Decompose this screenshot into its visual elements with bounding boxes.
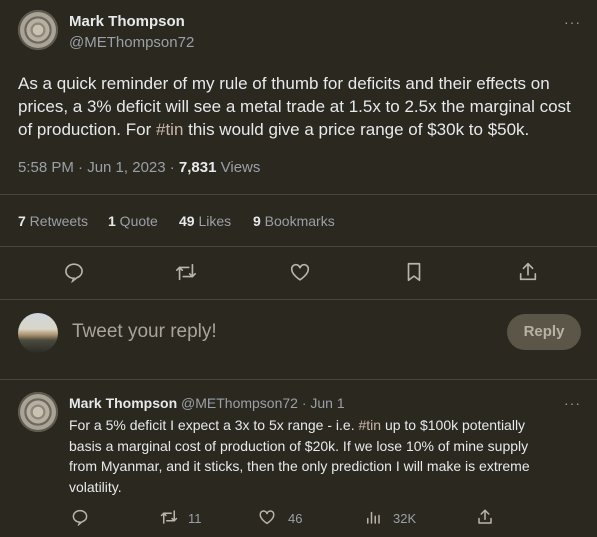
user-avatar[interactable] (18, 313, 58, 353)
tweet-text-line-3: of production. For #tin this would give … (18, 118, 588, 141)
reply-like-icon[interactable] (258, 508, 276, 526)
reply-like-count: 46 (288, 511, 303, 526)
reply-text-line-4: volatility. (69, 478, 122, 495)
reply-icon[interactable] (63, 261, 85, 283)
reply-author-handle[interactable]: @METhompson72 · Jun 1 (181, 395, 345, 411)
reply-retweet-icon[interactable] (160, 508, 178, 526)
more-options-button[interactable]: ··· (564, 14, 581, 30)
author-avatar[interactable] (18, 10, 58, 50)
hashtag-link[interactable]: #tin (156, 120, 183, 139)
reply-text-line-2: basis a marginal cost of production of $… (69, 437, 529, 454)
reply-hashtag-link[interactable]: #tin (358, 417, 381, 433)
reply-input[interactable]: Tweet your reply! (72, 321, 217, 343)
views-icon[interactable] (364, 508, 382, 526)
author-handle[interactable]: @METhompson72 (69, 34, 194, 51)
divider (0, 299, 597, 300)
retweets-stat[interactable]: 7 Retweets (18, 213, 88, 229)
reply-text-line-1: For a 5% deficit I expect a 3x to 5x ran… (69, 417, 526, 433)
retweet-icon[interactable] (175, 261, 197, 283)
like-icon[interactable] (289, 261, 311, 283)
tweet-text-line-3-end: this would give a price range of $30k to… (183, 120, 530, 139)
tweet-text-line-1: As a quick reminder of my rule of thumb … (18, 74, 550, 93)
divider (0, 194, 597, 195)
divider (0, 246, 597, 247)
tweet-text: As a quick reminder of my rule of thumb … (18, 72, 588, 141)
reply-author-avatar[interactable] (18, 392, 58, 432)
tweet-text-line-3-start: of production. For (18, 120, 152, 139)
reply-reply-icon[interactable] (71, 508, 89, 526)
bookmark-icon[interactable] (403, 261, 425, 283)
views-label: Views (216, 159, 261, 176)
reply-retweet-count: 11 (188, 511, 202, 526)
reply-button[interactable]: Reply (507, 314, 581, 350)
reply-views-count: 32K (393, 511, 417, 526)
reply-header: Mark Thompson @METhompson72 · Jun 1 (69, 395, 345, 411)
likes-stat[interactable]: 49 Likes (179, 213, 231, 229)
bookmarks-stat[interactable]: 9 Bookmarks (253, 213, 335, 229)
share-icon[interactable] (517, 261, 539, 283)
reply-share-icon[interactable] (476, 508, 494, 526)
reply-text: For a 5% deficit I expect a 3x to 5x ran… (69, 415, 589, 497)
tweet-timestamp[interactable]: 5:58 PM · Jun 1, 2023 · (18, 159, 179, 176)
author-name[interactable]: Mark Thompson (69, 13, 185, 30)
reply-author-name[interactable]: Mark Thompson (69, 395, 177, 411)
views-count: 7,831 (178, 159, 217, 176)
reply-more-options-button[interactable]: ··· (564, 395, 581, 411)
tweet-meta: 5:58 PM · Jun 1, 2023 · 7,831 Views (18, 159, 260, 176)
divider (0, 379, 597, 380)
tweet-text-line-2: prices, a 3% deficit will see a metal tr… (18, 97, 571, 116)
quotes-stat[interactable]: 1 Quote (108, 213, 158, 229)
reply-text-line-3: from Myanmar, and it sticks, then the on… (69, 458, 530, 474)
